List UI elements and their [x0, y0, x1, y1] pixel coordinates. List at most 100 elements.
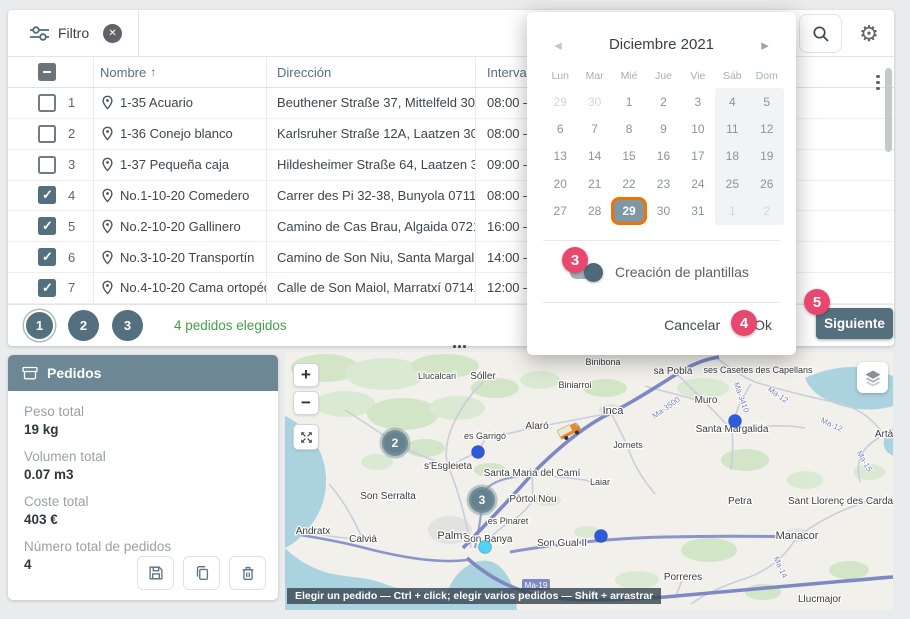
map-layers-button[interactable] — [857, 362, 888, 393]
row-checkbox[interactable] — [38, 156, 56, 174]
calendar-weekday: Sáb — [715, 64, 749, 88]
calendar-day[interactable]: 27 — [543, 197, 577, 224]
map-place-label: Alaró — [525, 421, 549, 432]
calendar-day[interactable]: 15 — [612, 143, 646, 170]
calendar-day[interactable]: 21 — [577, 170, 611, 197]
cancel-button[interactable]: Cancelar — [664, 317, 720, 333]
calendar-day[interactable]: 7 — [577, 115, 611, 142]
calendar-day[interactable]: 19 — [750, 143, 784, 170]
copy-button[interactable] — [183, 556, 220, 590]
calendar-day[interactable]: 11 — [715, 115, 749, 142]
calendar-day[interactable]: 14 — [577, 143, 611, 170]
row-checkbox[interactable] — [38, 125, 56, 143]
order-name: 1-35 Acuario — [120, 95, 193, 110]
table-scrollbar[interactable] — [885, 68, 892, 152]
map-zoom-in-button[interactable]: + — [293, 363, 319, 387]
map-fullscreen-button[interactable] — [293, 424, 319, 450]
calendar-day[interactable]: 10 — [681, 115, 715, 142]
next-button[interactable]: Siguiente — [816, 308, 893, 339]
settings-button[interactable]: ⚙ — [853, 18, 885, 50]
calendar-day[interactable]: 20 — [543, 170, 577, 197]
row-checkbox[interactable] — [38, 248, 56, 266]
order-marker-dot[interactable] — [479, 541, 492, 554]
filter-button[interactable]: Filtro — [8, 10, 89, 56]
save-floppy-icon — [147, 564, 165, 582]
page-circle-3[interactable]: 3 — [112, 310, 143, 341]
calendar-day[interactable]: 17 — [681, 143, 715, 170]
svg-text:3: 3 — [479, 493, 486, 507]
map-view[interactable]: Ma-3500Ma-3410Ma-12Ma-12Ma-15Ma-14Ma-19L… — [285, 352, 893, 610]
order-address: Carrer des Pi 32-38, Bunyola 07110,... — [266, 181, 475, 211]
map-zoom-out-button[interactable]: − — [293, 391, 319, 415]
map-place-label: Petra — [728, 496, 752, 507]
calendar-day[interactable]: 30 — [646, 197, 680, 224]
search-icon — [812, 25, 830, 43]
calendar-day[interactable]: 30 — [577, 88, 611, 115]
map-place-label: Llucmajor — [798, 594, 842, 605]
calendar-weekday: Mar — [577, 64, 611, 88]
sort-asc-icon: ↑ — [150, 65, 156, 79]
calendar-day[interactable]: 12 — [750, 115, 784, 142]
row-checkbox[interactable] — [38, 217, 56, 235]
stat-label: Número total de pedidos — [24, 538, 262, 556]
order-marker-dot[interactable] — [472, 446, 485, 459]
orders-panel-title: Pedidos — [47, 365, 101, 381]
page-circle-1[interactable]: 1 — [24, 310, 55, 341]
order-address: Camino de Son Niu, Santa Margalid... — [266, 242, 475, 272]
search-button[interactable] — [799, 14, 842, 53]
select-all-checkbox[interactable] — [38, 63, 56, 81]
location-pin-icon — [102, 280, 113, 295]
cluster-marker[interactable]: 2 — [382, 430, 408, 456]
calendar-day[interactable]: 25 — [715, 170, 749, 197]
calendar-day[interactable]: 3 — [681, 88, 715, 115]
column-header-address[interactable]: Dirección — [266, 57, 475, 87]
calendar-day[interactable]: 23 — [646, 170, 680, 197]
row-checkbox[interactable] — [38, 279, 56, 297]
calendar-day[interactable]: 13 — [543, 143, 577, 170]
order-name: 1-37 Pequeña caja — [120, 157, 229, 172]
gear-icon: ⚙ — [859, 21, 879, 47]
map-place-label: Son Gual II — [537, 538, 587, 549]
calendar-day[interactable]: 1 — [715, 197, 749, 224]
calendar-day[interactable]: 26 — [750, 170, 784, 197]
calendar-day-selected[interactable]: 29 — [612, 197, 646, 224]
date-picker-popup: ◂ Diciembre 2021 ▸ LunMarMiéJueVieSábDom… — [527, 12, 796, 355]
delete-button[interactable] — [229, 556, 266, 590]
location-pin-icon — [102, 157, 113, 172]
row-number: 4 — [68, 188, 75, 203]
calendar-next-month-icon[interactable]: ▸ — [754, 34, 776, 56]
row-checkbox[interactable] — [38, 186, 56, 204]
filter-clear-icon[interactable]: ✕ — [103, 24, 122, 43]
row-checkbox[interactable] — [38, 94, 56, 112]
calendar-day[interactable]: 1 — [612, 88, 646, 115]
order-marker-dot[interactable] — [729, 415, 742, 428]
pane-resize-handle[interactable] — [453, 345, 466, 348]
calendar-day[interactable]: 18 — [715, 143, 749, 170]
calendar-day[interactable]: 31 — [681, 197, 715, 224]
pagination: 123 — [24, 310, 156, 341]
stat-label: Peso total — [24, 403, 262, 421]
cluster-marker[interactable]: 3 — [469, 487, 495, 513]
calendar-day[interactable]: 9 — [646, 115, 680, 142]
calendar-weekday: Dom — [750, 64, 784, 88]
calendar-day[interactable]: 24 — [681, 170, 715, 197]
calendar-day[interactable]: 2 — [646, 88, 680, 115]
calendar-day[interactable]: 22 — [612, 170, 646, 197]
order-marker-dot[interactable] — [595, 530, 608, 543]
row-number: 3 — [68, 157, 75, 172]
save-button[interactable] — [137, 556, 174, 590]
calendar-day[interactable]: 2 — [750, 197, 784, 224]
svg-text:2: 2 — [392, 436, 399, 450]
page-circle-2[interactable]: 2 — [68, 310, 99, 341]
calendar-weekday: Mié — [612, 64, 646, 88]
calendar-day[interactable]: 4 — [715, 88, 749, 115]
calendar-day[interactable]: 16 — [646, 143, 680, 170]
calendar-day[interactable]: 28 — [577, 197, 611, 224]
map-place-label: Biniarroi — [558, 380, 591, 390]
column-header-name[interactable]: Nombre↑ — [93, 57, 266, 87]
calendar-day[interactable]: 5 — [750, 88, 784, 115]
calendar-day[interactable]: 29 — [543, 88, 577, 115]
calendar-day[interactable]: 8 — [612, 115, 646, 142]
calendar-day[interactable]: 6 — [543, 115, 577, 142]
table-menu-kebab-icon[interactable] — [876, 72, 880, 93]
